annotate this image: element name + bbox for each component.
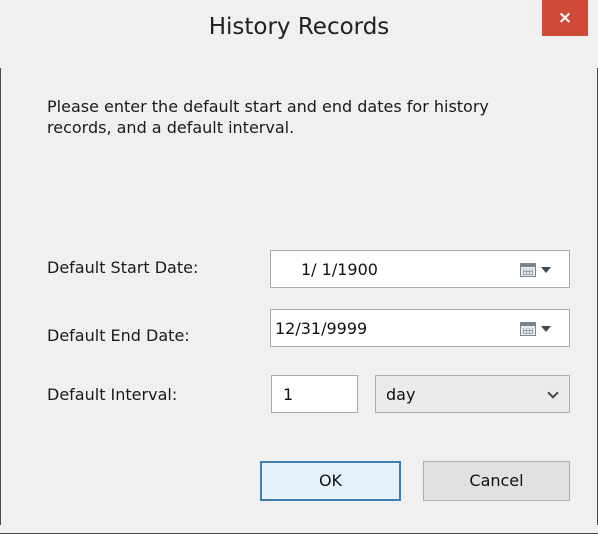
end-date-picker[interactable]: 12/31/9999 xyxy=(270,309,570,347)
close-button[interactable]: × xyxy=(542,0,588,36)
chevron-down-icon xyxy=(547,387,559,399)
window-frame-left xyxy=(0,0,9,534)
close-icon: × xyxy=(557,8,573,28)
window-frame-bottom xyxy=(0,525,598,534)
dialog-title: History Records xyxy=(208,14,390,40)
chevron-down-icon[interactable] xyxy=(541,267,551,273)
interval-input[interactable]: 1 xyxy=(271,375,358,413)
interval-value: 1 xyxy=(283,385,294,404)
title-bar[interactable]: History Records × xyxy=(0,0,598,68)
start-date-value: 1/ 1/1900 xyxy=(301,260,378,279)
window-frame-right xyxy=(589,0,598,534)
end-date-label: Default End Date: xyxy=(47,326,190,345)
interval-unit-select[interactable]: day xyxy=(375,375,570,413)
ok-button[interactable]: OK xyxy=(260,461,401,501)
interval-label: Default Interval: xyxy=(47,385,178,404)
interval-unit-value: day xyxy=(386,385,416,404)
instructions-text: Please enter the default start and end d… xyxy=(47,97,489,137)
end-date-value: 12/31/9999 xyxy=(275,319,368,338)
start-date-picker[interactable]: 1/ 1/1900 xyxy=(270,250,570,288)
calendar-icon[interactable] xyxy=(520,322,536,336)
dialog-body: Please enter the default start and end d… xyxy=(9,68,589,525)
chevron-down-icon[interactable] xyxy=(541,326,551,332)
calendar-icon[interactable] xyxy=(520,263,536,277)
cancel-button[interactable]: Cancel xyxy=(423,461,570,501)
start-date-label: Default Start Date: xyxy=(47,258,199,277)
history-records-dialog: History Records × Please enter the defau… xyxy=(0,0,598,534)
